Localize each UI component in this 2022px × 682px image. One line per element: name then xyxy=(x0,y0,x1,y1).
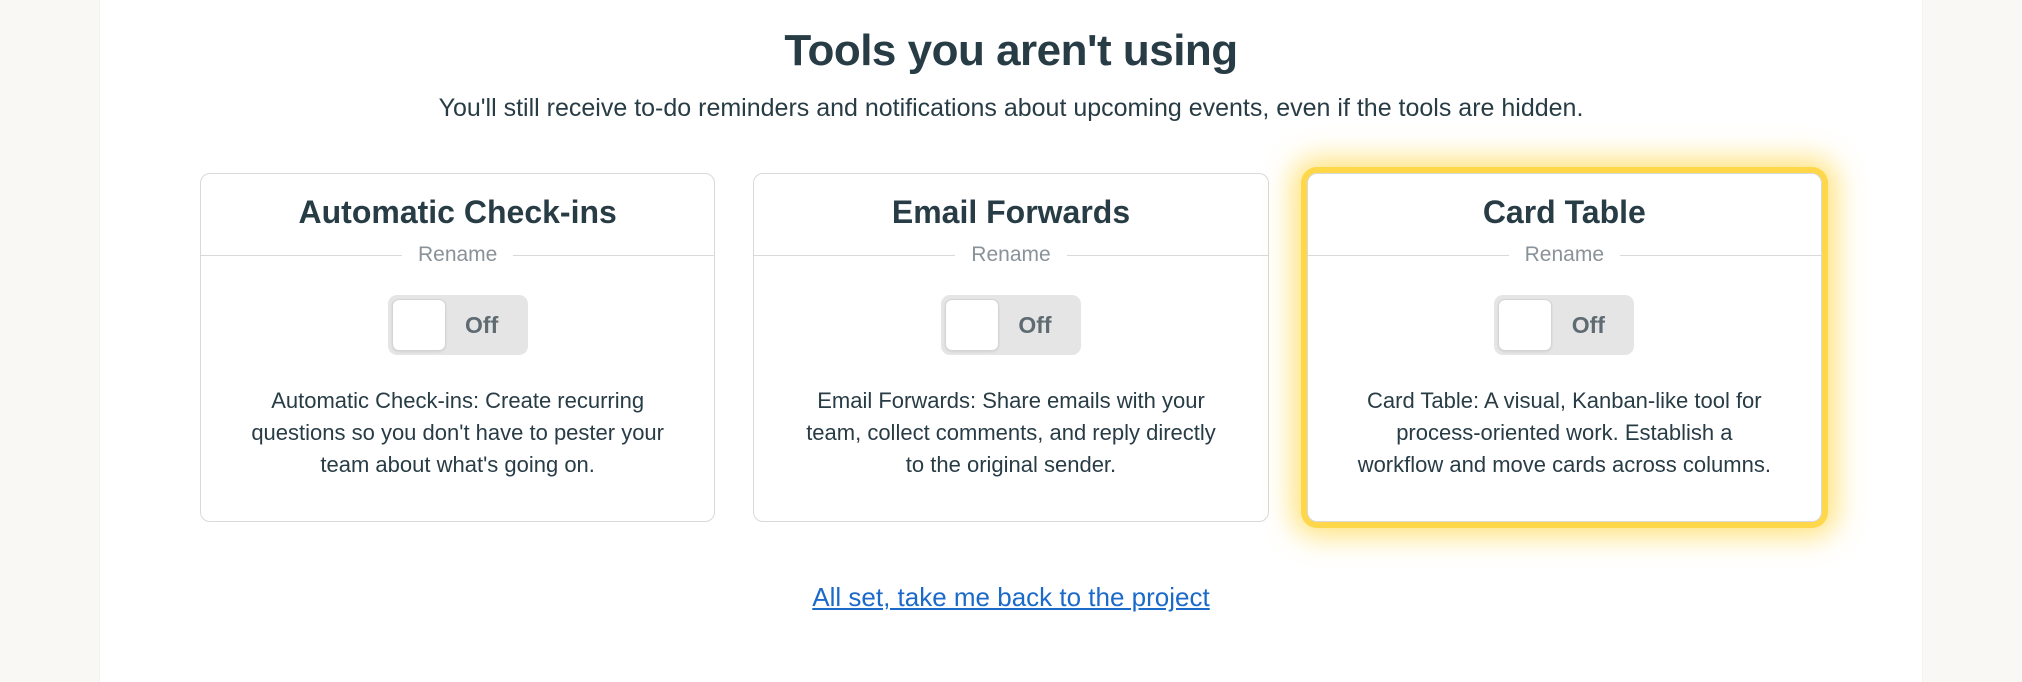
rename-separator: Rename xyxy=(754,243,1267,267)
toggle-label: Off xyxy=(1552,312,1630,339)
toggle-knob xyxy=(392,299,446,351)
tool-description: Email Forwards: Share emails with your t… xyxy=(784,385,1237,481)
tool-title: Email Forwards xyxy=(784,194,1237,231)
rename-separator: Rename xyxy=(201,243,714,267)
rename-link[interactable]: Rename xyxy=(402,243,513,267)
tool-card-checkins: Automatic Check-ins Rename Off Automatic… xyxy=(200,173,715,522)
toggle-knob xyxy=(1498,299,1552,351)
toggle-switch[interactable]: Off xyxy=(388,295,528,355)
toggle-switch[interactable]: Off xyxy=(941,295,1081,355)
tool-title: Automatic Check-ins xyxy=(231,194,684,231)
rename-link[interactable]: Rename xyxy=(1509,243,1620,267)
page-title: Tools you aren't using xyxy=(100,26,1922,76)
rename-link[interactable]: Rename xyxy=(955,243,1066,267)
rename-separator: Rename xyxy=(1308,243,1821,267)
toggle-label: Off xyxy=(446,312,524,339)
tool-card-card-table: Card Table Rename Off Card Table: A visu… xyxy=(1307,173,1822,522)
back-to-project-link[interactable]: All set, take me back to the project xyxy=(100,582,1922,613)
tools-grid: Automatic Check-ins Rename Off Automatic… xyxy=(100,173,1922,522)
tool-description: Card Table: A visual, Kanban-like tool f… xyxy=(1338,385,1791,481)
tool-description: Automatic Check-ins: Create recurring qu… xyxy=(231,385,684,481)
toggle-label: Off xyxy=(999,312,1077,339)
tool-card-email-forwards: Email Forwards Rename Off Email Forwards… xyxy=(753,173,1268,522)
tool-title: Card Table xyxy=(1338,194,1791,231)
toggle-knob xyxy=(945,299,999,351)
page-subtitle: You'll still receive to-do reminders and… xyxy=(100,94,1922,123)
toggle-switch[interactable]: Off xyxy=(1494,295,1634,355)
